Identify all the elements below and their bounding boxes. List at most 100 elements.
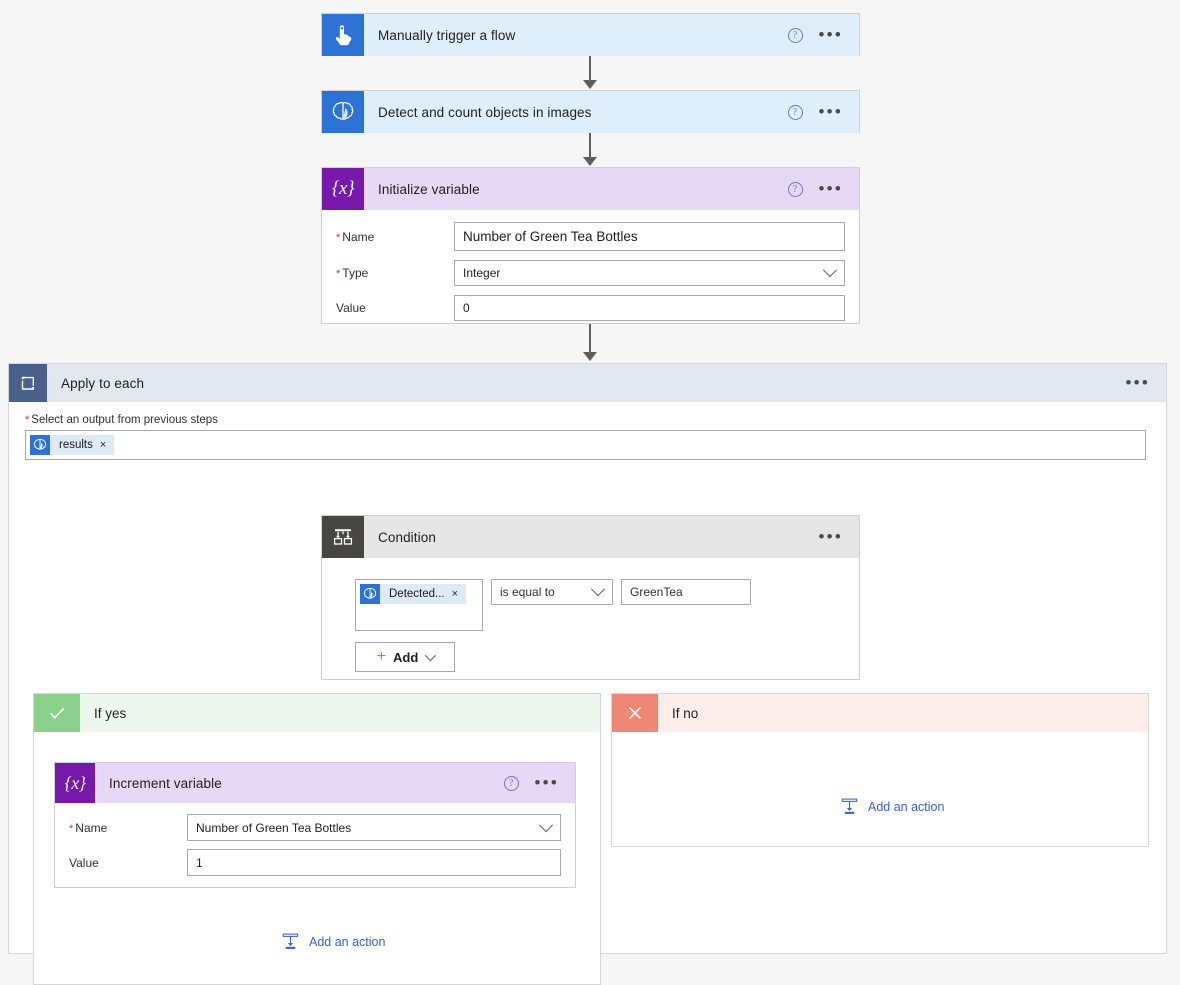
step-header-actions: ? ••• (787, 180, 859, 197)
add-action-label: Add an action (309, 934, 386, 949)
increment-value-value: 1 (196, 855, 203, 870)
add-action-label: Add an action (868, 799, 945, 814)
help-icon[interactable]: ? (787, 104, 803, 120)
field-label-name: * Name (336, 230, 454, 244)
field-row-value: Value 0 (336, 295, 845, 321)
required-marker: * (336, 231, 341, 244)
help-icon[interactable]: ? (787, 181, 803, 197)
step-header[interactable]: Manually trigger a flow ? ••• (322, 14, 859, 56)
more-menu-icon[interactable]: ••• (819, 180, 843, 197)
label-text: Name (75, 820, 108, 835)
apply-to-each-header[interactable]: Apply to each ••• (9, 364, 1166, 402)
more-menu-icon[interactable]: ••• (819, 103, 843, 120)
name-input[interactable]: Number of Green Tea Bottles (454, 222, 845, 251)
condition-operator-select[interactable]: is equal to (491, 579, 613, 605)
step-title: Detect and count objects in images (378, 104, 592, 120)
variable-braces-glyph: {x} (331, 178, 355, 199)
close-icon[interactable]: × (100, 439, 114, 451)
connector-line-2 (589, 133, 591, 159)
add-action-link[interactable]: Add an action (281, 932, 385, 951)
plus-icon: + (376, 648, 387, 665)
condition-header-actions: ••• (819, 528, 859, 545)
label-text: Value (69, 855, 99, 870)
initialize-variable-form: * Name Number of Green Tea Bottles * Type … (322, 210, 859, 335)
loop-input-label: * Select an output from previous steps (25, 414, 1150, 426)
increment-value-input[interactable]: 1 (187, 849, 561, 876)
ai-brain-icon (30, 435, 50, 455)
name-input-value: Number of Green Tea Bottles (463, 229, 638, 244)
step-card-manually-trigger-a-flow[interactable]: Manually trigger a flow ? ••• (321, 13, 860, 56)
add-action-if-yes[interactable]: Add an action (281, 932, 385, 954)
token-label: results (59, 439, 93, 451)
apply-to-each-title: Apply to each (61, 375, 145, 391)
loop-input-field[interactable]: results × (25, 430, 1146, 460)
variable-braces-glyph: {x} (64, 772, 86, 793)
apply-to-each-body: * Select an output from previous steps re… (9, 402, 1166, 985)
branch-title: If yes (94, 705, 127, 721)
branch-title: If no (672, 705, 699, 721)
condition-operator-value: is equal to (500, 585, 555, 599)
add-action-icon (840, 797, 859, 816)
connector-arrow-2 (583, 157, 597, 166)
branch-header-if-no[interactable]: If no (612, 694, 1148, 732)
label-text: Type (342, 266, 369, 280)
condition-right-operand-value: GreenTea (630, 585, 683, 599)
connector-line-1 (589, 56, 591, 82)
branch-header-if-yes[interactable]: If yes (34, 694, 600, 732)
add-action-if-no[interactable]: Add an action (840, 797, 944, 819)
flow-designer-canvas: Manually trigger a flow ? ••• Detect and… (0, 0, 1180, 985)
field-row-value: Value 1 (69, 849, 561, 876)
checkmark-icon (34, 694, 80, 732)
condition-right-operand-input[interactable]: GreenTea (621, 579, 751, 605)
chevron-down-icon (538, 817, 554, 832)
field-label-value: Value (336, 301, 454, 315)
field-label-type: * Type (336, 266, 454, 280)
more-menu-icon[interactable]: ••• (819, 528, 843, 545)
type-select[interactable]: Integer (454, 260, 845, 286)
token-detected[interactable]: Detected... × (360, 584, 467, 604)
help-icon[interactable]: ? (787, 27, 803, 43)
increment-name-select[interactable]: Number of Green Tea Bottles (187, 814, 561, 841)
step-card-increment-variable[interactable]: {x} Increment variable ? ••• * Name Numb… (54, 762, 576, 888)
ai-brain-icon (322, 91, 364, 133)
condition-header[interactable]: Condition ••• (322, 516, 859, 558)
more-menu-icon[interactable]: ••• (819, 26, 843, 43)
value-input-value: 0 (463, 301, 470, 315)
required-marker: * (25, 414, 30, 426)
step-card-detect-and-count-objects-in-images[interactable]: Detect and count objects in images ? ••• (321, 90, 860, 133)
step-header[interactable]: Detect and count objects in images ? ••• (322, 91, 859, 133)
label-text: Value (336, 301, 366, 315)
variable-braces-icon: {x} (55, 763, 95, 803)
field-row-type: * Type Integer (336, 260, 845, 286)
more-menu-icon[interactable]: ••• (1126, 374, 1150, 391)
add-action-link[interactable]: Add an action (840, 797, 944, 816)
connector-line-3 (589, 324, 591, 354)
step-card-initialize-variable[interactable]: {x} Initialize variable ? ••• * Name Numb… (321, 167, 860, 324)
field-row-name: * Name Number of Green Tea Bottles (69, 814, 561, 841)
chevron-down-icon (425, 649, 437, 662)
condition-form: Detected... × is equal to GreenTea + Add (322, 558, 859, 672)
field-label-value: Value (69, 856, 187, 870)
apply-to-each-header-actions: ••• (1126, 374, 1166, 391)
token-results[interactable]: results × (30, 435, 115, 455)
condition-title: Condition (378, 529, 436, 545)
step-header[interactable]: {x} Initialize variable ? ••• (322, 168, 859, 210)
step-card-condition[interactable]: Condition ••• Detected... × is equal to … (321, 515, 860, 680)
increment-variable-form: *Name Number of Green Tea Bottles Value (55, 803, 575, 890)
more-menu-icon[interactable]: ••• (535, 774, 559, 791)
step-header[interactable]: {x} Increment variable ? ••• (55, 763, 575, 803)
loop-input-label-text: Select an output from previous steps (31, 414, 218, 426)
chevron-down-icon (822, 263, 838, 278)
add-condition-button[interactable]: + Add (355, 642, 455, 672)
close-x-icon (612, 694, 658, 732)
close-icon[interactable]: × (452, 588, 466, 600)
branch-if-no: If no Add an action (611, 693, 1149, 847)
label-text: Name (342, 229, 375, 244)
help-icon[interactable]: ? (503, 775, 519, 791)
branch-if-yes: If yes {x} Increment variable ? ••• * Na… (33, 693, 601, 985)
required-marker: * (69, 822, 74, 835)
ai-brain-icon (360, 584, 380, 604)
condition-left-operand[interactable]: Detected... × (355, 579, 483, 631)
token-label: Detected... (389, 588, 445, 600)
value-input[interactable]: 0 (454, 295, 845, 321)
